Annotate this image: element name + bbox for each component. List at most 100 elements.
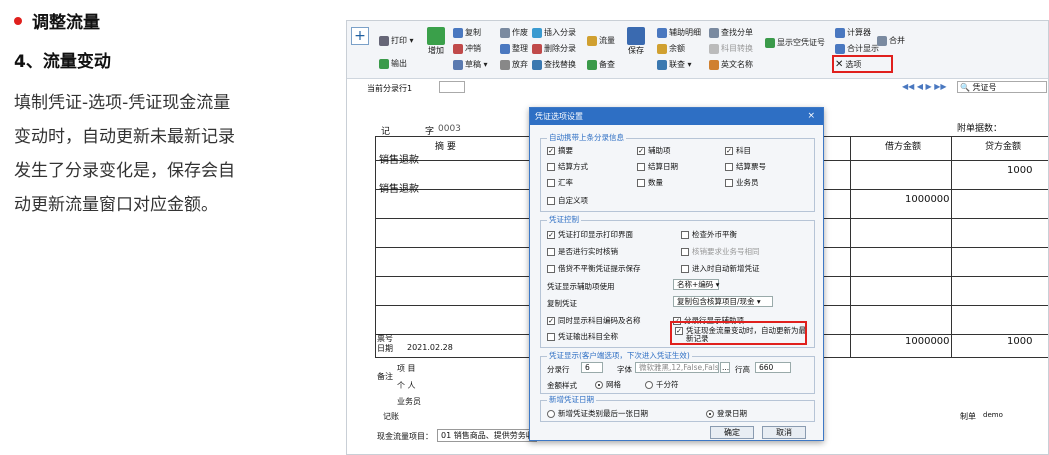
draft-button[interactable]: 草稿 ▾ <box>453 59 488 70</box>
checkbox-icon <box>547 162 555 171</box>
checkbox-auto-new[interactable]: 进入时自动新增凭证 <box>681 263 760 274</box>
find-replace-button[interactable]: 查找替换 <box>532 59 576 70</box>
paragraph: 填制凭证-选项-凭证现金流量 变动时，自动更新未最新记录 发生了分录变化是，保存… <box>14 86 314 222</box>
checkbox-show-code-name[interactable]: 同时显示科目编码及名称 <box>547 315 641 326</box>
merge-icon <box>877 35 887 46</box>
add-button[interactable]: 增加 <box>427 27 445 56</box>
paragraph-line: 变动时，自动更新未最新记录 <box>14 127 235 147</box>
row2-summary[interactable]: 销售退款 <box>379 180 419 195</box>
checkbox-unbalanced-prompt[interactable]: 借贷不平衡凭证提示保存 <box>547 263 641 274</box>
debit-header: 借方金额 <box>885 142 922 152</box>
flow-button[interactable]: 流量 <box>587 35 615 46</box>
checkbox-icon <box>547 264 555 273</box>
row-height-input[interactable]: 660 <box>755 362 791 373</box>
person-label: 个 人 <box>397 381 416 390</box>
radio-login-date[interactable]: 登录日期 <box>706 408 747 419</box>
release-button[interactable]: 放弃 <box>500 59 528 70</box>
radio-grid[interactable]: 网格 <box>595 379 621 390</box>
cashflow-field[interactable]: 01 销售商品、提供劳务收 <box>437 429 537 442</box>
checkbox-icon <box>725 178 733 187</box>
group-title: 凭证显示(客户端选项，下次进入凭证生效) <box>547 350 692 361</box>
aux-detail-button[interactable]: 辅助明细 <box>657 27 701 38</box>
checkbox-salesperson[interactable]: 业务员 <box>725 177 759 188</box>
radio-thousands[interactable]: 千分符 <box>645 379 679 390</box>
checkbox-rate[interactable]: 汇率 <box>547 177 573 188</box>
copy-voucher-select[interactable]: 复制包含核算项目/现金 ▾ <box>673 296 773 307</box>
checkbox-settle-method[interactable]: 结算方式 <box>547 161 588 172</box>
link-query-icon <box>657 59 667 70</box>
checkbox-quantity[interactable]: 数量 <box>637 177 663 188</box>
tidy-button[interactable]: 整理 <box>500 43 528 54</box>
aux-display-select[interactable]: 名称+编码 ▾ <box>673 279 719 290</box>
checkbox-icon <box>637 178 645 187</box>
voucher-search-field[interactable]: 🔍 凭证号 <box>957 81 1047 93</box>
save-button[interactable]: 保存 <box>627 27 645 56</box>
row1-summary[interactable]: 销售退款 <box>379 151 419 166</box>
line-count-label: 分录行 <box>547 365 570 374</box>
insert-entry-button[interactable]: 插入分录 <box>532 27 576 38</box>
group-title: 自动携带上条分录信息 <box>547 132 626 143</box>
print-button[interactable]: 打印 ▾ <box>379 35 414 46</box>
row2-debit[interactable]: 1000000 <box>905 194 950 205</box>
export-button[interactable]: 输出 <box>379 58 407 69</box>
line-count-input[interactable]: 6 <box>581 362 603 373</box>
release-icon <box>500 59 510 70</box>
checkbox-realtime-writeoff[interactable]: 是否进行实时核销 <box>547 246 618 257</box>
ok-button[interactable]: 确定 <box>710 426 754 439</box>
export-icon <box>379 58 389 69</box>
cancel-button[interactable]: 取消 <box>762 426 806 439</box>
balance-icon <box>657 43 667 54</box>
voucher-app-screenshot: + 打印 ▾ 输出 增加 复制 冲销 草稿 ▾ 作废 整理 放弃 插入分录 删除… <box>346 20 1049 455</box>
checkbox-print-ui[interactable]: 凭证打印显示打印界面 <box>547 229 633 240</box>
show-empty-voucher-button[interactable]: 显示空凭证号 <box>765 37 825 48</box>
find-entry-button[interactable]: 查找分单 <box>709 27 753 38</box>
merge-show-button[interactable]: 合计显示 <box>835 43 879 54</box>
font-input[interactable]: 微软雅黑,12,False,Fals <box>635 362 719 373</box>
copy-button[interactable]: 复制 <box>453 27 481 38</box>
add-new-icon[interactable]: + <box>351 27 369 45</box>
checkbox-summary[interactable]: 摘要 <box>547 145 573 156</box>
checkbox-icon <box>547 196 555 205</box>
checkbox-settle-no[interactable]: 结算票号 <box>725 161 766 172</box>
link-query-button[interactable]: 联查 ▾ <box>657 59 692 70</box>
checkbox-icon <box>637 162 645 171</box>
void-icon <box>500 27 510 38</box>
dialog-title-bar: 凭证选项设置 × <box>530 108 823 125</box>
date-value: 2021.02.28 <box>407 343 453 352</box>
checkbox-aux[interactable]: 辅助项 <box>637 145 671 156</box>
checkbox-settle-date[interactable]: 结算日期 <box>637 161 678 172</box>
balance-button[interactable]: 余额 <box>657 43 685 54</box>
checkbox-output-full-name[interactable]: 凭证输出科目全称 <box>547 331 618 342</box>
checkbox-icon <box>681 247 689 256</box>
checkbox-icon <box>725 146 733 155</box>
article-column: 调整流量 4、流量变动 填制凭证-选项-凭证现金流量 变动时，自动更新未最新记录… <box>14 0 314 222</box>
close-icon[interactable]: × <box>807 108 815 125</box>
copy-voucher-label: 复制凭证 <box>547 299 577 308</box>
row1-credit[interactable]: 1000 <box>1007 165 1032 176</box>
delete-entry-button[interactable]: 删除分录 <box>532 43 576 54</box>
english-name-button[interactable]: 英文名称 <box>709 59 753 70</box>
radio-last-date[interactable]: 新增凭证类别最后一张日期 <box>547 408 648 419</box>
calculator-button[interactable]: 计算器 <box>835 27 871 38</box>
merge-button[interactable]: 合并 <box>877 35 905 46</box>
aux-display-label: 凭证显示辅助项使用 <box>547 282 615 291</box>
void-button[interactable]: 作废 <box>500 27 528 38</box>
checkbox-subject[interactable]: 科目 <box>725 145 751 156</box>
date-label: 日期 <box>377 344 393 353</box>
red-reverse-button[interactable]: 冲销 <box>453 43 481 54</box>
toolbar: + 打印 ▾ 输出 增加 复制 冲销 草稿 ▾ 作废 整理 放弃 插入分录 删除… <box>347 21 1048 79</box>
subject-convert-button[interactable]: 科目转换 <box>709 43 753 54</box>
group-new-date: 新增凭证日期 新增凭证类别最后一张日期 登录日期 <box>540 394 815 422</box>
checkbox-fx-balance[interactable]: 检查外币平衡 <box>681 229 737 240</box>
voucher-no: 0003 <box>438 124 461 134</box>
find-entry-icon <box>709 27 719 38</box>
review-button[interactable]: 备查 <box>587 59 615 70</box>
current-row-label: 当前分录行1 <box>367 84 413 93</box>
save-icon <box>627 27 645 45</box>
checkbox-icon <box>547 230 555 239</box>
credit-header: 贷方金额 <box>985 142 1022 152</box>
checkbox-custom[interactable]: 自定义项 <box>547 195 588 206</box>
font-picker-button[interactable]: ... <box>720 362 730 373</box>
current-row-field[interactable] <box>439 81 465 93</box>
nav-arrows-icon[interactable]: ◀◀ ◀ ▶ ▶▶ <box>902 82 947 91</box>
